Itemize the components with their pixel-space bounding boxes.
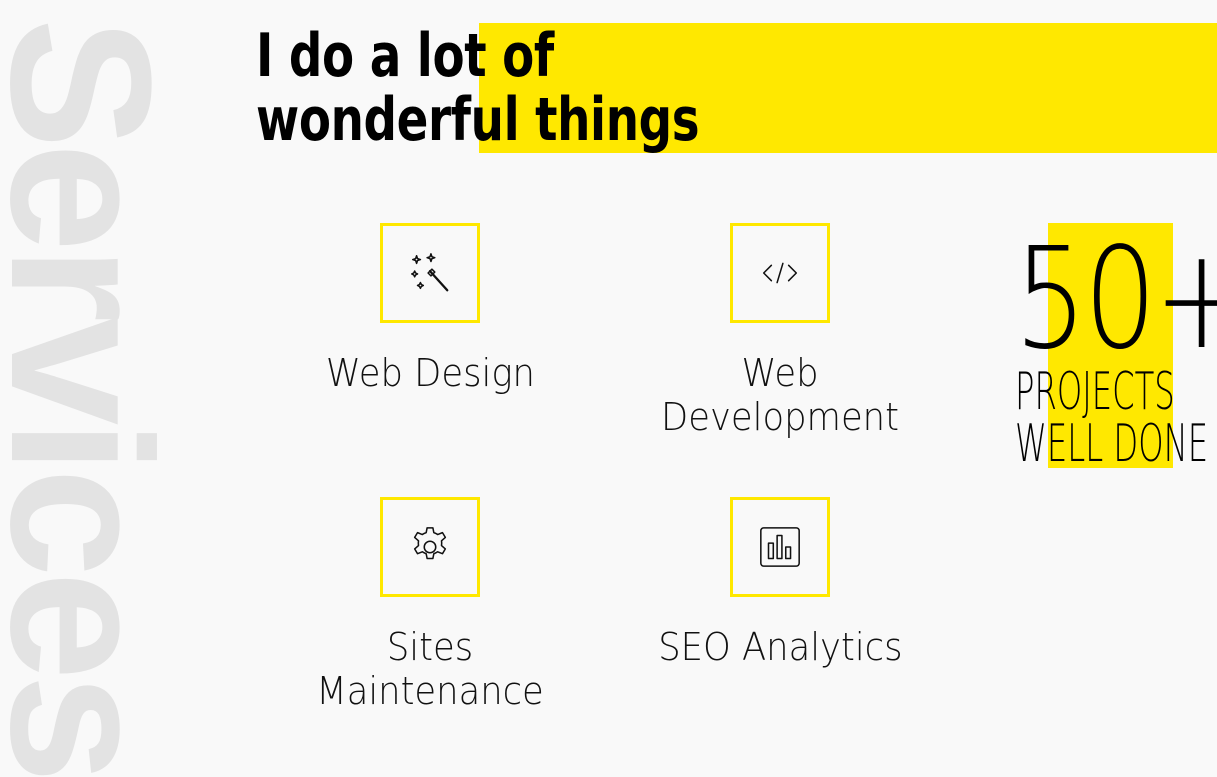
section-headline: I do a lot of wonderful things [256, 21, 700, 155]
service-label: Web Development [661, 351, 899, 439]
stats-label: PROJECTS WELL DONE [1015, 366, 1208, 470]
service-icon-box [730, 223, 830, 323]
service-icon-box [380, 223, 480, 323]
stats-number: 50+ [1014, 218, 1217, 381]
bar-chart-icon [760, 527, 800, 567]
service-label: Web Design [325, 351, 535, 395]
service-icon-box [730, 497, 830, 597]
service-sites-maintenance: Sites Maintenance [265, 497, 595, 713]
code-icon [762, 262, 798, 284]
stats-label-line2: WELL DONE [1015, 414, 1209, 474]
magic-wand-icon [411, 253, 449, 292]
service-label: Sites Maintenance [316, 625, 544, 713]
service-web-development: Web Development [615, 223, 945, 439]
service-seo-analytics: SEO Analytics [615, 497, 945, 669]
gear-icon [413, 527, 447, 560]
stats-label-line1: PROJECTS [1015, 362, 1175, 422]
side-title: Services [0, 18, 192, 777]
service-web-design: Web Design [265, 223, 595, 395]
service-label: SEO Analytics [657, 625, 903, 669]
service-icon-box [380, 497, 480, 597]
